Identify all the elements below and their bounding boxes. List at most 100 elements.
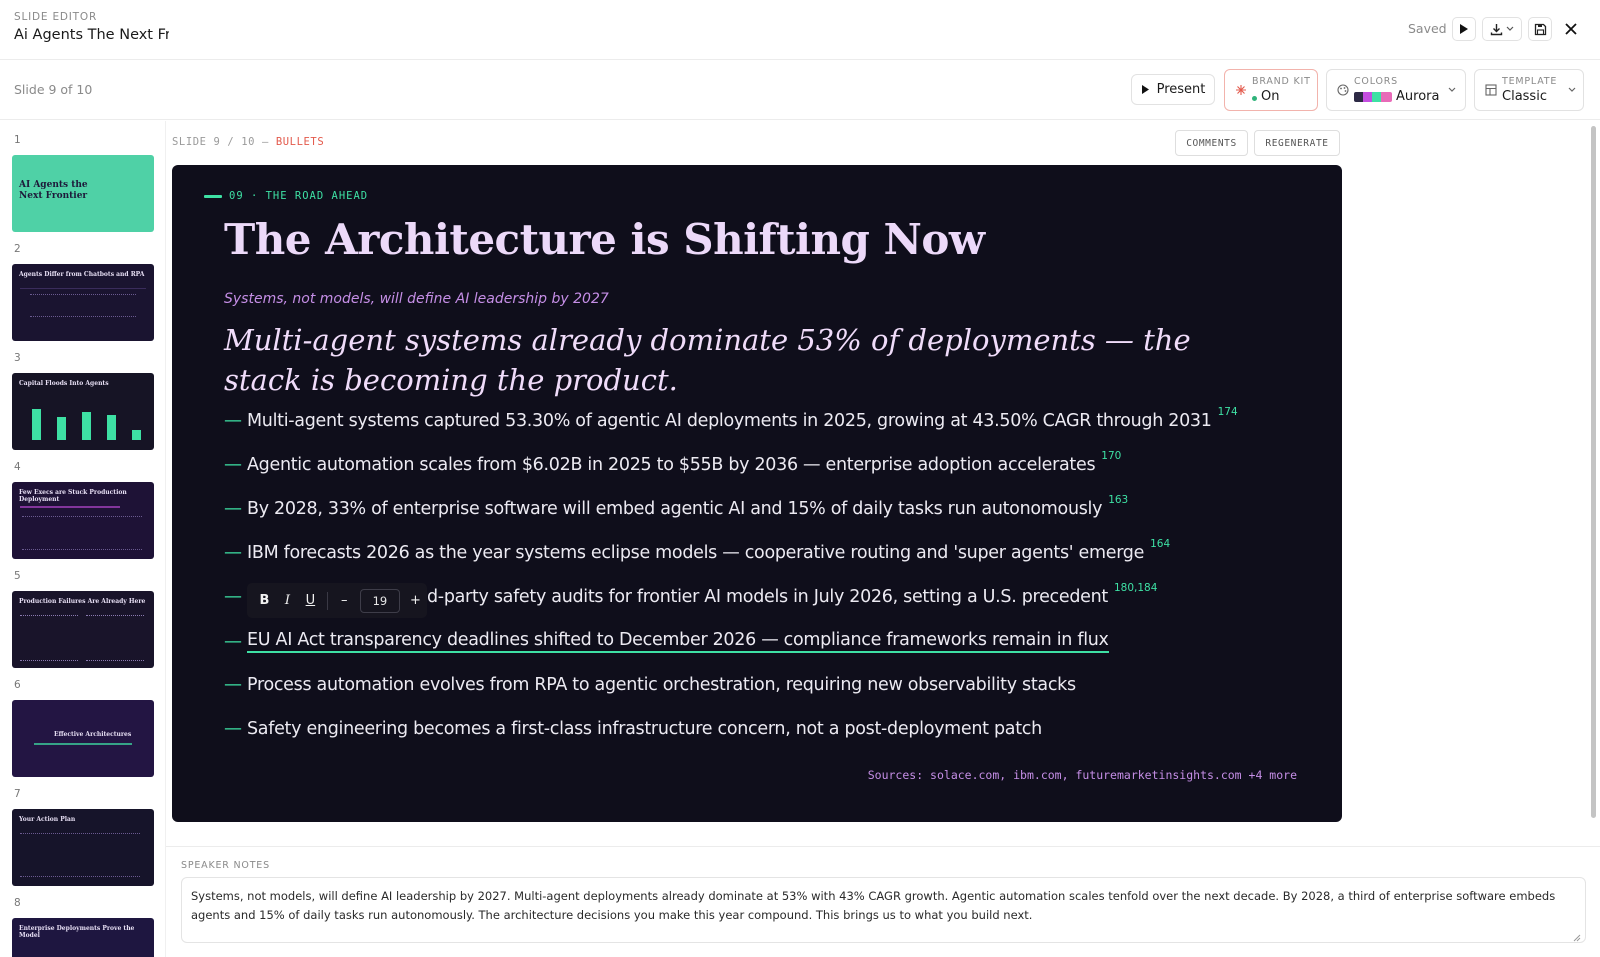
present-button[interactable]: Present xyxy=(1131,74,1215,105)
citation[interactable]: 174 xyxy=(1218,406,1238,418)
slide-thumbnail-5[interactable]: Production Failures Are Already Here xyxy=(12,591,154,668)
bullet-text: Process automation evolves from RPA to a… xyxy=(247,674,1076,695)
slide-thumbnail-7[interactable]: Your Action Plan xyxy=(12,809,154,886)
bullet-dash: — xyxy=(224,674,242,695)
top-bar: SLIDE EDITOR Ai Agents The Next Frontier… xyxy=(0,0,1600,60)
thumbnail-content xyxy=(20,833,140,877)
thumbnail-divider xyxy=(20,288,146,289)
bullet-item[interactable]: — IBM forecasts 2026 as the year systems… xyxy=(224,538,1170,564)
app-label: SLIDE EDITOR xyxy=(14,11,98,23)
play-icon xyxy=(1460,24,1468,34)
document-title[interactable]: Ai Agents The Next Frontier xyxy=(14,27,169,43)
notes-divider xyxy=(166,846,1600,847)
slide-thumbnail-3[interactable]: Capital Floods Into Agents xyxy=(12,373,154,450)
decrease-font-button[interactable]: – xyxy=(333,589,356,613)
thumbnail-number: 1 xyxy=(14,134,21,146)
bullet-item[interactable]: — Safety engineering becomes a first-cla… xyxy=(224,718,1042,739)
bold-button[interactable]: B xyxy=(253,589,276,613)
bullet-item[interactable]: — Process automation evolves from RPA to… xyxy=(224,674,1076,695)
thumbnail-content xyxy=(20,506,120,508)
speaker-notes-textarea[interactable]: Systems, not models, will define AI lead… xyxy=(181,877,1586,943)
slide-thumbnail-4[interactable]: Few Execs are Stuck Production Deploymen… xyxy=(12,482,154,559)
editor-toolbar: Slide 9 of 10 Present BRAND KIT On COLOR… xyxy=(0,60,1600,120)
slide-canvas[interactable]: 09 · THE ROAD AHEAD The Architecture is … xyxy=(172,165,1342,822)
thumbnail-bar xyxy=(82,412,91,440)
thumbnail-title: Effective Architectures xyxy=(54,731,132,738)
brand-kit-label: BRAND KIT xyxy=(1252,76,1311,87)
underline-button[interactable]: U xyxy=(299,589,322,613)
increase-font-button[interactable]: + xyxy=(404,589,427,613)
slide-thumbnail-8[interactable]: Enterprise Deployments Prove the Model xyxy=(12,918,154,957)
eyebrow-bar xyxy=(204,194,222,198)
colors-value: Aurora xyxy=(1396,89,1440,104)
resize-handle-icon[interactable] xyxy=(1573,934,1581,942)
bullet-item[interactable]: — Agentic automation scales from $6.02B … xyxy=(224,450,1121,476)
colors-dropdown[interactable]: COLORS Aurora xyxy=(1326,69,1466,111)
brand-kit-value: On xyxy=(1261,89,1280,104)
thumbnail-number: 2 xyxy=(14,243,21,255)
thumbnail-number: 3 xyxy=(14,352,21,364)
thumbnail-title: AI Agents the Next Frontier xyxy=(19,180,88,201)
saved-status: Saved xyxy=(1408,21,1447,36)
bullet-text: Agentic automation scales from $6.02B in… xyxy=(247,454,1096,475)
regenerate-button[interactable]: REGENERATE xyxy=(1254,130,1340,156)
thumbnail-title: Capital Floods Into Agents xyxy=(19,380,109,387)
bullet-item-selected[interactable]: — EU AI Act transparency deadlines shift… xyxy=(224,630,1109,653)
italic-button[interactable]: I xyxy=(276,589,299,613)
bullet-text: Multi-agent systems captured 53.30% of a… xyxy=(247,410,1212,431)
slide-subtitle[interactable]: Systems, not models, will define AI lead… xyxy=(224,291,609,307)
speaker-notes-label: SPEAKER NOTES xyxy=(181,860,270,871)
chevron-down-icon xyxy=(1568,87,1576,92)
breadcrumb-position: SLIDE 9 / 10 — xyxy=(172,136,269,148)
layout-icon xyxy=(1485,84,1497,96)
slide-thumbnail-2[interactable]: Agents Differ from Chatbots and RPA xyxy=(12,264,154,341)
thumbnail-bar xyxy=(107,415,116,440)
bullet-text: By 2028, 33% of enterprise software will… xyxy=(247,498,1103,519)
thumbnail-content xyxy=(20,615,78,661)
slide-thumbnail-6[interactable]: Effective Architectures xyxy=(12,700,154,777)
bullet-dash: — xyxy=(224,586,242,607)
editor-scrollbar[interactable] xyxy=(1591,126,1596,818)
font-size-input[interactable]: 19 xyxy=(359,588,401,613)
citation[interactable]: 163 xyxy=(1108,494,1128,506)
comments-button[interactable]: COMMENTS xyxy=(1175,130,1248,156)
bullet-item[interactable]: — By 2028, 33% of enterprise software wi… xyxy=(224,494,1128,520)
bullet-dash: — xyxy=(224,454,242,475)
template-dropdown[interactable]: TEMPLATE Classic xyxy=(1474,69,1584,111)
bullet-text: IBM forecasts 2026 as the year systems e… xyxy=(247,542,1145,563)
bullet-dash: — xyxy=(224,718,242,739)
thumbnail-title: Agents Differ from Chatbots and RPA xyxy=(19,271,145,278)
download-button[interactable] xyxy=(1482,17,1522,41)
slide-sources[interactable]: Sources: solace.com, ibm.com, futuremark… xyxy=(868,768,1297,782)
bullet-text[interactable]: EU AI Act transparency deadlines shifted… xyxy=(247,630,1109,653)
slide-thumbnail-1[interactable]: AI Agents the Next Frontier xyxy=(12,155,154,232)
slide-title[interactable]: The Architecture is Shifting Now xyxy=(224,215,985,264)
bullet-text: d-party safety audits for frontier AI mo… xyxy=(427,586,1108,607)
bullet-dash: — xyxy=(224,631,242,652)
save-button[interactable] xyxy=(1528,17,1552,41)
thumbnail-content xyxy=(22,516,142,550)
brand-kit-toggle[interactable]: BRAND KIT On xyxy=(1224,69,1318,111)
citation[interactable]: 170 xyxy=(1101,450,1121,462)
thumbnail-number: 5 xyxy=(14,570,21,582)
template-label: TEMPLATE xyxy=(1502,76,1558,87)
thumbnail-title: Enterprise Deployments Prove the Model xyxy=(19,925,135,939)
slide-lead[interactable]: Multi-agent systems already dominate 53%… xyxy=(224,320,1224,400)
breadcrumb-slide-type: BULLETS xyxy=(275,136,325,148)
bullet-dash: — xyxy=(224,498,242,519)
thumbnail-content xyxy=(30,294,136,310)
color-swatch xyxy=(1381,92,1392,102)
toolbar-separator xyxy=(326,591,328,610)
bullet-dash: — xyxy=(224,410,242,431)
template-value: Classic xyxy=(1502,89,1547,104)
citation[interactable]: 180,184 xyxy=(1114,582,1157,594)
play-button[interactable] xyxy=(1452,17,1476,41)
close-button[interactable] xyxy=(1558,16,1584,42)
citation[interactable]: 164 xyxy=(1150,538,1170,550)
close-icon xyxy=(1565,23,1577,35)
slide-eyebrow[interactable]: 09 · THE ROAD AHEAD xyxy=(204,190,368,202)
thumbnail-number: 8 xyxy=(14,897,21,909)
download-icon xyxy=(1490,23,1503,35)
thumbnail-bar xyxy=(132,430,141,440)
bullet-item[interactable]: — Multi-agent systems captured 53.30% of… xyxy=(224,406,1238,432)
